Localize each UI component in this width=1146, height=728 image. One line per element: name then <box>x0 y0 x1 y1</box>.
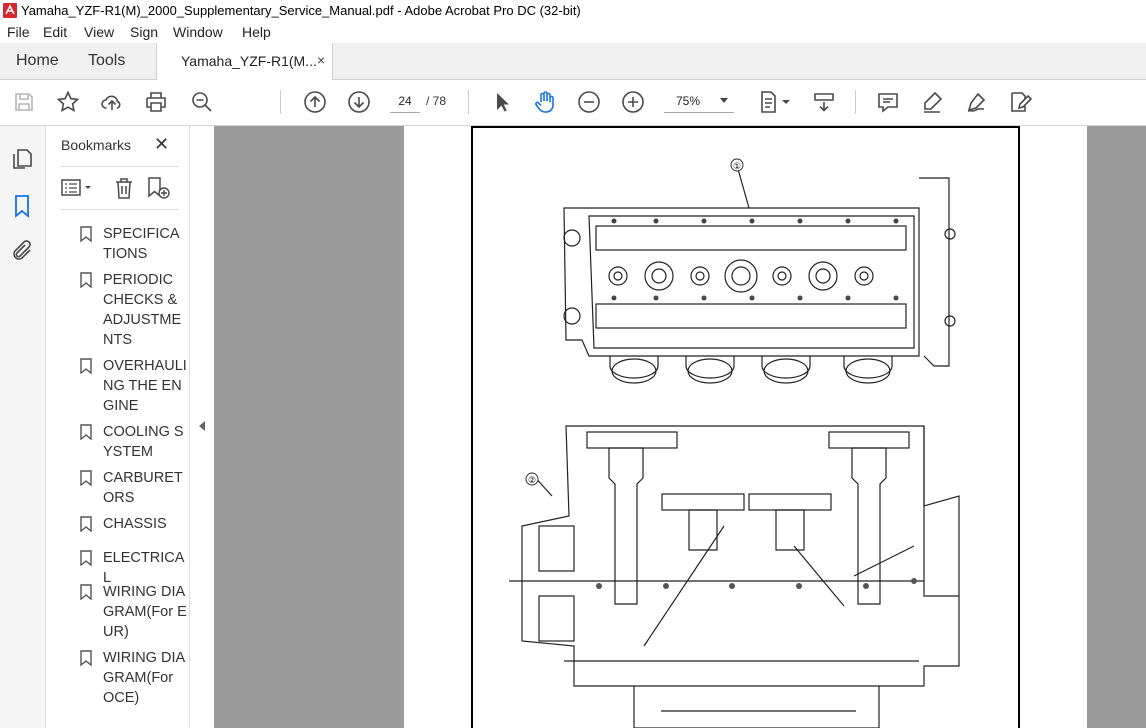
star-icon[interactable] <box>56 90 80 114</box>
bookmark-icon <box>80 424 92 440</box>
menu-sign[interactable]: Sign <box>130 24 158 40</box>
menu-window[interactable]: Window <box>173 24 223 40</box>
highlight-pen-icon[interactable] <box>920 90 944 114</box>
select-cursor-icon[interactable] <box>490 90 514 114</box>
zoom-out-icon[interactable] <box>577 90 601 114</box>
bookmark-label: CARBURETORS <box>103 470 183 506</box>
tab-tools[interactable]: Tools <box>88 43 125 79</box>
bookmark-icon <box>80 516 92 532</box>
acrobat-app-icon <box>3 3 17 18</box>
zoom-search-icon[interactable] <box>190 90 214 114</box>
bookmark-label: WIRING DIAGRAM(For OCE) <box>103 650 186 706</box>
toolbar-separator <box>855 90 856 114</box>
panel-collapse-handle[interactable] <box>189 126 214 728</box>
bookmark-item[interactable]: WIRING DIAGRAM(For EUR) <box>76 582 187 644</box>
callout-1: ① <box>733 162 741 172</box>
fit-page-dropdown-icon[interactable] <box>780 90 792 114</box>
bookmark-label: CHASSIS <box>103 516 167 532</box>
page-total-label: / 78 <box>426 94 447 108</box>
bookmark-icon <box>80 550 92 566</box>
menu-edit[interactable]: Edit <box>43 24 67 40</box>
bookmark-item[interactable]: WIRING DIAGRAM(For OCE) <box>76 648 186 710</box>
divider <box>60 209 178 210</box>
scroll-mode-icon[interactable] <box>812 90 836 114</box>
menu-view[interactable]: View <box>84 24 114 40</box>
title-bar: Yamaha_YZF-R1(M)_2000_Supplementary_Serv… <box>0 0 1146 23</box>
toolbar-separator <box>280 90 281 114</box>
toolbar <box>0 80 1146 126</box>
bookmark-label: PERIODIC CHECKS & ADJUSTMENTS <box>103 272 182 348</box>
bookmark-label: COOLING SYSTEM <box>103 424 184 460</box>
callout-2: ② <box>528 476 536 486</box>
bookmarks-title: Bookmarks <box>61 137 132 153</box>
bookmark-item[interactable]: COOLING SYSTEM <box>76 422 186 464</box>
bookmark-label: WIRING DIAGRAM(For EUR) <box>103 584 187 640</box>
previous-page-icon[interactable] <box>303 90 327 114</box>
bookmarks-panel: Bookmarks ✕ SPECIFICATIONS PERIODIC CHEC… <box>46 126 189 728</box>
bookmark-item[interactable]: OVERHAULING THE ENGINE <box>76 356 187 418</box>
bookmark-icon <box>80 584 92 600</box>
tab-close-button[interactable]: × <box>317 52 325 68</box>
bookmark-label: SPECIFICATIONS <box>103 226 180 262</box>
bookmark-item[interactable]: CARBURETORS <box>76 468 186 510</box>
chevron-down-icon <box>720 98 728 103</box>
bookmark-icon <box>80 650 92 666</box>
document-viewport[interactable]: ① ② <box>214 126 1146 728</box>
tab-document[interactable]: Yamaha_YZF-R1(M... × <box>156 43 333 80</box>
new-bookmark-icon[interactable] <box>146 176 172 200</box>
delete-bookmark-icon[interactable] <box>112 176 136 200</box>
fill-sign-icon[interactable] <box>1008 90 1033 114</box>
bookmark-icon <box>80 272 92 288</box>
save-icon[interactable] <box>12 90 36 114</box>
fit-page-icon[interactable] <box>757 90 781 114</box>
navigation-rail <box>0 126 46 728</box>
bookmark-panel-icon[interactable] <box>10 194 34 218</box>
menu-help[interactable]: Help <box>242 24 271 40</box>
menu-bar: File Edit View Sign Window Help <box>0 22 1146 43</box>
bookmark-item[interactable]: SPECIFICATIONS <box>76 224 186 266</box>
bookmark-item[interactable]: PERIODIC CHECKS & ADJUSTMENTS <box>76 270 186 352</box>
toolbar-separator <box>468 90 469 114</box>
bookmark-label: OVERHAULING THE ENGINE <box>103 358 187 414</box>
bookmark-item[interactable]: CHASSIS <box>76 514 186 536</box>
page-number-input[interactable]: 24 <box>390 90 420 113</box>
close-icon[interactable]: ✕ <box>154 134 169 155</box>
bookmark-icon <box>80 358 92 374</box>
bookmark-options-icon[interactable] <box>60 176 96 200</box>
divider <box>60 166 178 167</box>
page-thumbnails-icon[interactable] <box>10 147 34 171</box>
bookmark-icon <box>80 470 92 486</box>
sign-pen-icon[interactable] <box>964 90 988 114</box>
zoom-in-icon[interactable] <box>621 90 645 114</box>
engine-diagram: ① ② <box>509 158 960 728</box>
bookmark-icon <box>80 226 92 242</box>
window-title: Yamaha_YZF-R1(M)_2000_Supplementary_Serv… <box>21 3 581 18</box>
tab-document-label: Yamaha_YZF-R1(M... <box>181 53 317 69</box>
cloud-upload-icon[interactable] <box>100 90 124 114</box>
attachment-icon[interactable] <box>10 239 34 263</box>
collapse-arrow-icon <box>199 421 205 431</box>
pdf-page: ① ② <box>404 126 1087 728</box>
bookmark-item[interactable]: ELECTRICAL <box>76 548 186 586</box>
zoom-value: 75% <box>676 94 701 108</box>
tab-home[interactable]: Home <box>16 43 59 79</box>
menu-file[interactable]: File <box>7 24 30 40</box>
comment-icon[interactable] <box>876 90 900 114</box>
print-icon[interactable] <box>144 90 168 114</box>
zoom-select[interactable]: 75% <box>664 90 734 113</box>
tab-bar: Home Tools Yamaha_YZF-R1(M... × <box>0 43 1146 80</box>
next-page-icon[interactable] <box>347 90 371 114</box>
hand-tool-icon[interactable] <box>533 90 557 114</box>
